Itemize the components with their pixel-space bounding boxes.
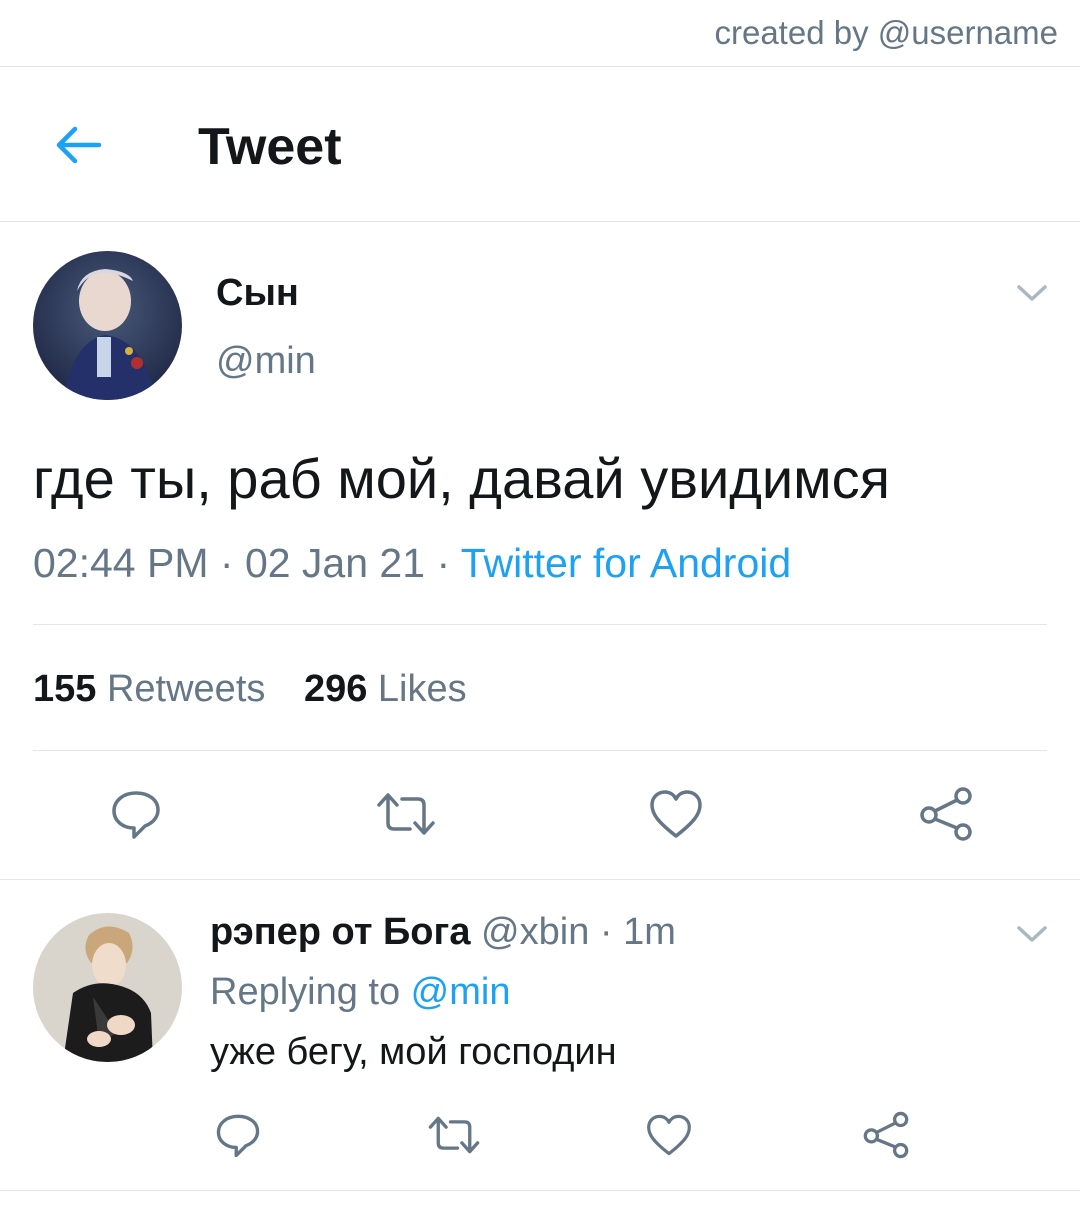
retweet-icon	[428, 1116, 480, 1154]
heart-icon	[647, 1114, 691, 1156]
more-options-button[interactable]	[1014, 278, 1050, 308]
avatar-image	[33, 251, 182, 400]
divider	[33, 624, 1047, 625]
retweets-label: Retweets	[106, 668, 266, 710]
reply-handle[interactable]: @xbin	[481, 911, 589, 953]
retweet-icon	[377, 793, 435, 835]
reply-display-name[interactable]: рэпер от Бога	[210, 911, 470, 953]
page-title: Tweet	[198, 118, 342, 176]
replying-mention-link[interactable]: @min	[411, 971, 511, 1013]
retweets-stat[interactable]: 155 Retweets	[33, 668, 265, 711]
reply-time: 1m	[623, 911, 676, 953]
share-button[interactable]	[912, 782, 980, 846]
like-button[interactable]	[644, 782, 708, 846]
like-button[interactable]	[641, 1107, 697, 1163]
reply-tweet[interactable]: рэпер от Бога @xbin · 1m Replying to @mi…	[0, 881, 1080, 1191]
tweet-source-link[interactable]: Twitter for Android	[461, 540, 791, 586]
tweet-meta: 02:44 PM · 02 Jan 21 · Twitter for Andro…	[33, 540, 791, 587]
avatar-image	[33, 913, 182, 1062]
tweet-date: 02 Jan 21	[244, 540, 426, 586]
speech-bubble-icon	[216, 1114, 260, 1158]
user-handle[interactable]: @min	[216, 340, 316, 383]
likes-stat[interactable]: 296 Likes	[304, 668, 467, 711]
retweet-button[interactable]	[424, 1107, 484, 1163]
tweet-stats: 155 Retweets 296 Likes	[33, 668, 467, 711]
replying-prefix: Replying to	[210, 971, 411, 1013]
reply-button[interactable]	[210, 1107, 266, 1163]
retweets-count: 155	[33, 668, 97, 710]
watermark-bar: created by @username	[0, 0, 1080, 67]
chevron-down-icon	[1017, 285, 1047, 301]
meta-separator: ·	[589, 911, 624, 953]
avatar[interactable]	[33, 913, 182, 1062]
arrow-left-icon	[56, 126, 102, 164]
share-icon	[920, 787, 972, 841]
avatar[interactable]	[33, 251, 182, 400]
more-options-button[interactable]	[1014, 919, 1050, 949]
meta-separator: ·	[208, 540, 245, 586]
likes-label: Likes	[377, 668, 467, 710]
chevron-down-icon	[1017, 926, 1047, 942]
reply-button[interactable]	[104, 782, 168, 846]
likes-count: 296	[303, 668, 368, 710]
main-tweet: Сын @min где ты, раб мой, давай увидимся…	[0, 222, 1080, 880]
display-name[interactable]: Сын	[216, 272, 299, 315]
divider	[33, 750, 1047, 751]
heart-icon	[650, 790, 702, 838]
speech-bubble-icon	[112, 791, 160, 839]
header: Tweet	[0, 67, 1080, 222]
tweet-time: 02:44 PM	[33, 540, 209, 586]
reply-header: рэпер от Бога @xbin · 1m	[210, 911, 676, 954]
retweet-button[interactable]	[372, 782, 440, 846]
watermark-text: created by @username	[714, 14, 1058, 51]
share-icon	[863, 1111, 909, 1159]
tweet-text: где ты, раб мой, давай увидимся	[33, 447, 891, 510]
reply-text: уже бегу, мой господин	[210, 1031, 617, 1073]
replying-to: Replying to @min	[210, 971, 510, 1014]
back-button[interactable]	[48, 117, 108, 173]
share-button[interactable]	[857, 1107, 915, 1163]
meta-separator: ·	[425, 540, 461, 586]
